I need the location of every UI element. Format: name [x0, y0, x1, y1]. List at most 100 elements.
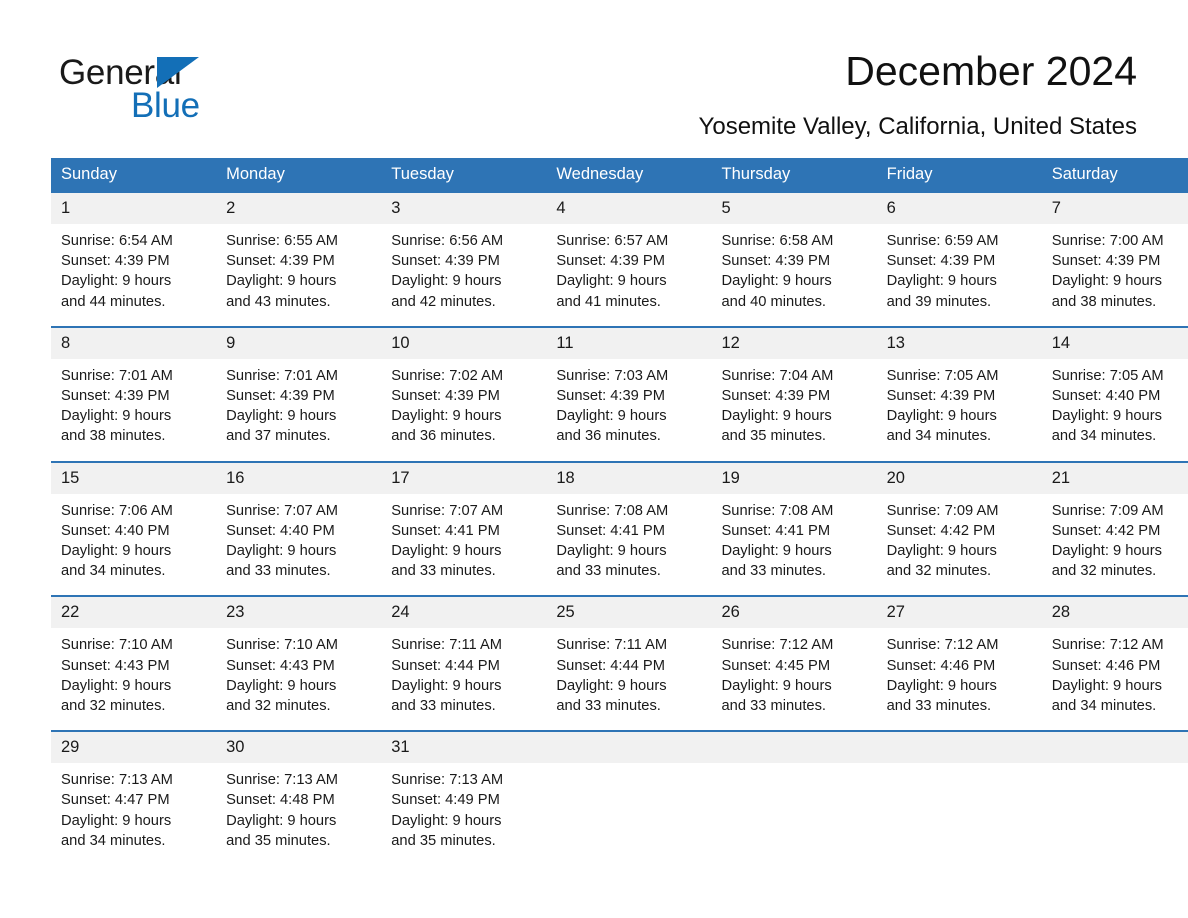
sunset-text: Sunset: 4:45 PM	[721, 657, 831, 674]
daylight-text-line2: and 36 minutes.	[391, 428, 496, 445]
sunset-text: Sunset: 4:44 PM	[391, 657, 500, 674]
sunset-text: Sunset: 4:49 PM	[391, 792, 500, 809]
day-details	[546, 763, 711, 865]
sunrise-text: Sunrise: 6:56 AM	[391, 233, 504, 249]
calendar-day-cell[interactable]: 7 Sunrise: 7:00 AM Sunset: 4:39 PM Daylight…	[1041, 191, 1188, 327]
day-details: Sunrise: 7:03 AM Sunset: 4:39 PM Daylight:…	[546, 359, 711, 461]
daylight-text-line2: and 43 minutes.	[226, 293, 331, 310]
calendar-day-cell[interactable]: 24 Sunrise: 7:11 AM Sunset: 4:44 PM Dayligh…	[381, 595, 547, 732]
sunrise-text: Sunrise: 7:01 AM	[226, 367, 338, 384]
calendar-day-cell[interactable]: 9 Sunrise: 7:01 AM Sunset: 4:39 PM Daylight…	[216, 325, 382, 462]
day-details: Sunrise: 7:11 AM Sunset: 4:44 PM Daylight:…	[546, 628, 711, 730]
calendar-day-cell[interactable]: 20 Sunrise: 7:09 AM Sunset: 4:42 PM Dayligh…	[876, 460, 1042, 597]
calendar-day-cell[interactable]: 4 Sunrise: 6:57 AM Sunset: 4:39 PM Daylight…	[546, 191, 712, 327]
daylight-text-line1: Daylight: 9 hours	[61, 677, 172, 694]
daylight-text-line1: Daylight: 9 hours	[721, 543, 832, 560]
calendar-day-cell[interactable]: 3 Sunrise: 6:56 AM Sunset: 4:39 PM Daylight…	[381, 191, 547, 327]
day-details: Sunrise: 7:12 AM Sunset: 4:46 PM Daylight:…	[877, 628, 1042, 730]
calendar-day-cell[interactable]: 26 Sunrise: 7:12 AM Sunset: 4:45 PM Dayligh…	[711, 595, 877, 732]
calendar-day-cell[interactable]: 25 Sunrise: 7:11 AM Sunset: 4:44 PM Dayligh…	[546, 595, 712, 732]
daylight-text-line1: Daylight: 9 hours	[1051, 408, 1162, 425]
calendar-week-row: 15 Sunrise: 7:06 AM Sunset: 4:40 PM Dayligh…	[51, 460, 1188, 597]
day-number: 2	[216, 193, 382, 224]
daylight-text-line2: and 44 minutes.	[61, 293, 166, 310]
calendar-day-cell[interactable]: 23 Sunrise: 7:10 AM Sunset: 4:43 PM Dayligh…	[216, 595, 382, 732]
sunset-text: Sunset: 4:46 PM	[1051, 657, 1161, 674]
daylight-text-line1: Daylight: 9 hours	[391, 543, 502, 560]
day-details	[1042, 763, 1188, 865]
calendar-day-cell-empty	[1041, 730, 1188, 866]
calendar-day-cell[interactable]: 15 Sunrise: 7:06 AM Sunset: 4:40 PM Dayligh…	[51, 460, 217, 597]
calendar-body: 1 Sunrise: 6:54 AM Sunset: 4:39 PM Daylight…	[51, 191, 1188, 866]
calendar-day-cell[interactable]: 30 Sunrise: 7:13 AM Sunset: 4:48 PM Dayligh…	[216, 730, 382, 866]
daylight-text-line1: Daylight: 9 hours	[886, 273, 997, 290]
sunset-text: Sunset: 4:39 PM	[556, 388, 665, 405]
daylight-text-line2: and 34 minutes.	[1051, 428, 1157, 445]
calendar-day-cell[interactable]: 19 Sunrise: 7:08 AM Sunset: 4:41 PM Dayligh…	[711, 460, 877, 597]
calendar-day-cell[interactable]: 29 Sunrise: 7:13 AM Sunset: 4:47 PM Dayligh…	[51, 730, 217, 866]
sunrise-text: Sunrise: 7:07 AM	[226, 502, 338, 519]
calendar-day-cell[interactable]: 5 Sunrise: 6:58 AM Sunset: 4:39 PM Daylight…	[711, 191, 877, 327]
daylight-text-line2: and 32 minutes.	[886, 563, 992, 580]
day-details: Sunrise: 7:12 AM Sunset: 4:46 PM Daylight:…	[1042, 628, 1188, 730]
day-details: Sunrise: 7:13 AM Sunset: 4:49 PM Daylight:…	[381, 763, 546, 865]
calendar-day-cell[interactable]: 2 Sunrise: 6:55 AM Sunset: 4:39 PM Daylight…	[216, 191, 382, 327]
daylight-text-line1: Daylight: 9 hours	[226, 273, 337, 290]
daylight-text-line1: Daylight: 9 hours	[391, 273, 502, 290]
day-number: 14	[1041, 327, 1188, 359]
calendar-day-cell[interactable]: 14 Sunrise: 7:05 AM Sunset: 4:40 PM Dayligh…	[1041, 325, 1188, 462]
day-number	[1041, 732, 1188, 764]
day-details: Sunrise: 7:11 AM Sunset: 4:44 PM Daylight:…	[381, 628, 546, 730]
sunrise-text: Sunrise: 7:02 AM	[391, 367, 504, 384]
day-number: 23	[216, 597, 382, 629]
logo-triangle-icon	[157, 57, 199, 88]
day-details: Sunrise: 6:55 AM Sunset: 4:39 PM Daylight:…	[216, 224, 381, 326]
sunset-text: Sunset: 4:39 PM	[61, 253, 170, 270]
calendar-day-cell[interactable]: 27 Sunrise: 7:12 AM Sunset: 4:46 PM Dayligh…	[876, 595, 1042, 732]
calendar-day-cell[interactable]: 13 Sunrise: 7:05 AM Sunset: 4:39 PM Dayligh…	[876, 325, 1042, 462]
calendar-day-cell[interactable]: 17 Sunrise: 7:07 AM Sunset: 4:41 PM Dayligh…	[381, 460, 547, 597]
sunrise-text: Sunrise: 7:11 AM	[391, 637, 503, 654]
daylight-text-line1: Daylight: 9 hours	[1051, 273, 1162, 290]
sunrise-text: Sunrise: 7:12 AM	[886, 637, 999, 654]
sunrise-text: Sunrise: 7:10 AM	[226, 637, 338, 654]
daylight-text-line1: Daylight: 9 hours	[1051, 677, 1162, 694]
calendar-day-cell[interactable]: 28 Sunrise: 7:12 AM Sunset: 4:46 PM Dayligh…	[1041, 595, 1188, 732]
day-details: Sunrise: 7:13 AM Sunset: 4:47 PM Daylight:…	[51, 763, 216, 865]
sunset-text: Sunset: 4:46 PM	[886, 657, 996, 674]
day-number: 10	[381, 327, 547, 359]
daylight-text-line2: and 38 minutes.	[1051, 293, 1157, 310]
sunrise-text: Sunrise: 6:59 AM	[886, 233, 999, 249]
daylight-text-line1: Daylight: 9 hours	[556, 408, 667, 425]
daylight-text-line2: and 35 minutes.	[721, 428, 827, 445]
calendar-day-cell[interactable]: 6 Sunrise: 6:59 AM Sunset: 4:39 PM Daylight…	[876, 191, 1042, 327]
calendar-day-cell[interactable]: 18 Sunrise: 7:08 AM Sunset: 4:41 PM Dayligh…	[546, 460, 712, 597]
day-details: Sunrise: 6:57 AM Sunset: 4:39 PM Daylight:…	[546, 224, 711, 326]
calendar-day-cell[interactable]: 22 Sunrise: 7:10 AM Sunset: 4:43 PM Dayligh…	[51, 595, 217, 732]
calendar-week-row: 8 Sunrise: 7:01 AM Sunset: 4:39 PM Daylight…	[51, 325, 1188, 462]
sunset-text: Sunset: 4:41 PM	[721, 522, 831, 539]
calendar-day-cell[interactable]: 10 Sunrise: 7:02 AM Sunset: 4:39 PM Dayligh…	[381, 325, 547, 462]
sunset-text: Sunset: 4:39 PM	[226, 388, 335, 405]
calendar-day-cell[interactable]: 1 Sunrise: 6:54 AM Sunset: 4:39 PM Daylight…	[51, 191, 217, 327]
sunrise-text: Sunrise: 6:57 AM	[556, 233, 669, 249]
day-number: 15	[51, 462, 217, 494]
calendar-day-cell[interactable]: 11 Sunrise: 7:03 AM Sunset: 4:39 PM Dayligh…	[546, 325, 712, 462]
sunrise-text: Sunrise: 7:00 AM	[1051, 233, 1164, 249]
calendar-day-cell[interactable]: 12 Sunrise: 7:04 AM Sunset: 4:39 PM Dayligh…	[711, 325, 877, 462]
daylight-text-line1: Daylight: 9 hours	[886, 543, 997, 560]
day-number: 4	[546, 193, 712, 224]
calendar-header-row: Sunday Monday Tuesday Wednesday Thursday…	[51, 158, 1188, 192]
generalblue-logo[interactable]: General Blue	[59, 52, 319, 128]
daylight-text-line1: Daylight: 9 hours	[391, 677, 502, 694]
sunset-text: Sunset: 4:39 PM	[721, 253, 831, 270]
sunrise-text: Sunrise: 7:01 AM	[61, 367, 173, 384]
calendar-day-cell[interactable]: 31 Sunrise: 7:13 AM Sunset: 4:49 PM Dayligh…	[381, 730, 547, 866]
calendar-day-cell[interactable]: 16 Sunrise: 7:07 AM Sunset: 4:40 PM Dayligh…	[216, 460, 382, 597]
sunrise-text: Sunrise: 7:07 AM	[391, 502, 504, 519]
calendar-day-cell[interactable]: 21 Sunrise: 7:09 AM Sunset: 4:42 PM Dayligh…	[1041, 460, 1188, 597]
day-number: 13	[876, 327, 1042, 359]
day-details: Sunrise: 7:08 AM Sunset: 4:41 PM Daylight:…	[546, 494, 711, 596]
day-details: Sunrise: 7:05 AM Sunset: 4:40 PM Daylight:…	[1042, 359, 1188, 461]
calendar-day-cell[interactable]: 8 Sunrise: 7:01 AM Sunset: 4:39 PM Daylight…	[51, 325, 217, 462]
